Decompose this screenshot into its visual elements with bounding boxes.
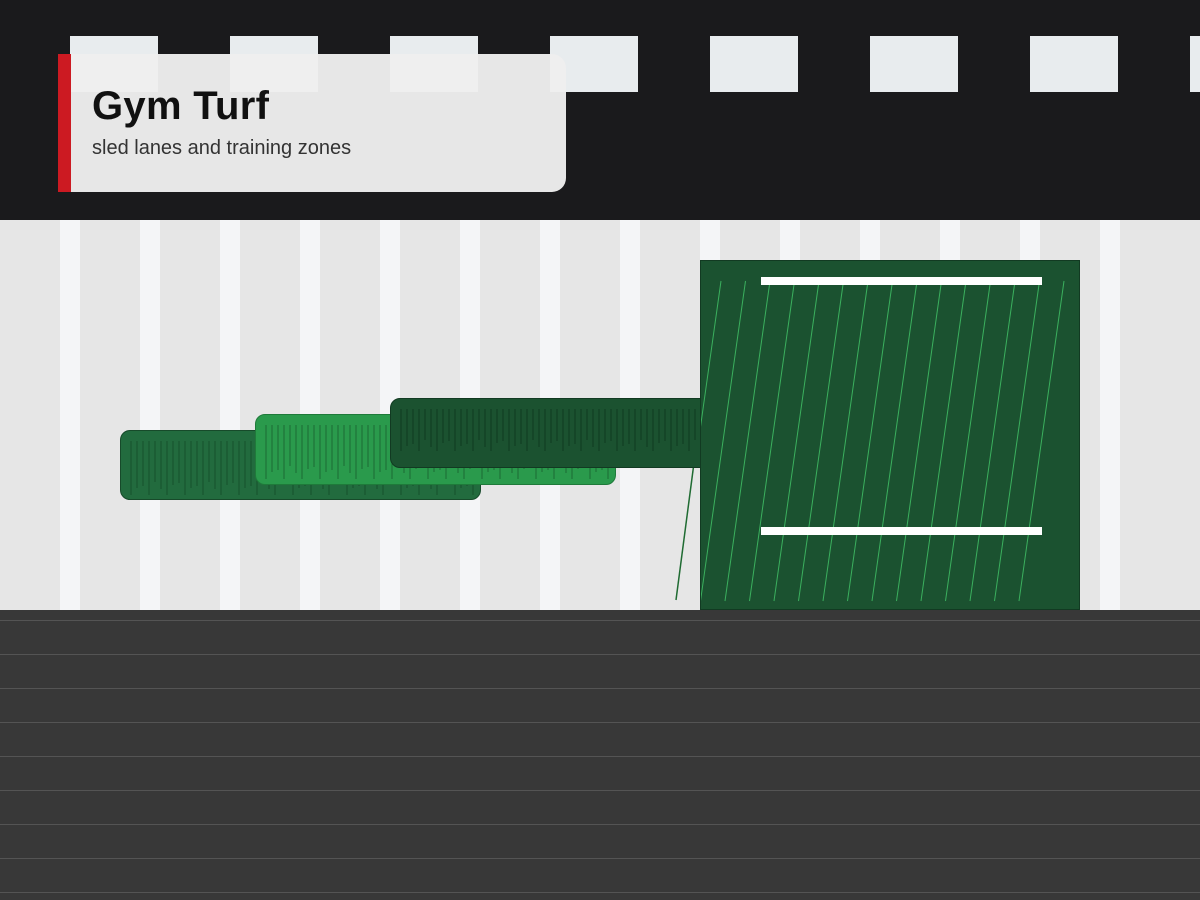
lane-marking-bottom: [761, 527, 1042, 535]
turf-fiber-line: [773, 280, 820, 602]
floor-seam: [0, 858, 1200, 859]
gym-floor: [0, 610, 1200, 900]
floor-seam: [0, 722, 1200, 723]
turf-fiber-line: [871, 280, 918, 602]
turf-fiber-line: [701, 280, 746, 602]
turf-fiber-line: [994, 280, 1040, 602]
turf-roll-front: [390, 398, 720, 468]
ceiling-light: [710, 36, 798, 92]
turf-fiber-line: [749, 280, 795, 602]
turf-fiber-line: [798, 280, 844, 602]
ceiling-light: [1030, 36, 1118, 92]
turf-fiber-line: [847, 280, 893, 602]
turf-fiber-line: [1018, 280, 1065, 602]
ceiling-light: [1190, 36, 1200, 92]
floor-seam: [0, 892, 1200, 893]
turf-fiber-line: [701, 280, 722, 427]
wall-stripe: [140, 220, 160, 610]
turf-fiber-line: [969, 280, 1016, 602]
floor-seam: [0, 790, 1200, 791]
floor-seam: [0, 654, 1200, 655]
page-subtitle: sled lanes and training zones: [92, 137, 352, 159]
page-title: Gym Turf: [92, 84, 270, 128]
wall-stripe: [1100, 220, 1120, 610]
wall-stripe: [220, 220, 240, 610]
wall-stripe: [60, 220, 80, 610]
floor-seam: [0, 688, 1200, 689]
ceiling-light: [870, 36, 958, 92]
turf-fibers: [701, 280, 1065, 602]
floor-seam: [0, 756, 1200, 757]
turf-sled-lane: [700, 260, 1080, 610]
turf-fiber-line: [724, 280, 771, 602]
lane-marking-top: [761, 277, 1042, 285]
turf-grain: [400, 409, 714, 451]
floor-seam: [0, 620, 1200, 621]
turf-fiber-line: [896, 280, 942, 602]
turf-fiber-line: [920, 280, 967, 602]
floor-seam: [0, 824, 1200, 825]
turf-fiber-line: [945, 280, 991, 602]
title-card: Gym Turf sled lanes and training zones: [58, 54, 566, 192]
turf-fiber-line: [822, 280, 869, 602]
